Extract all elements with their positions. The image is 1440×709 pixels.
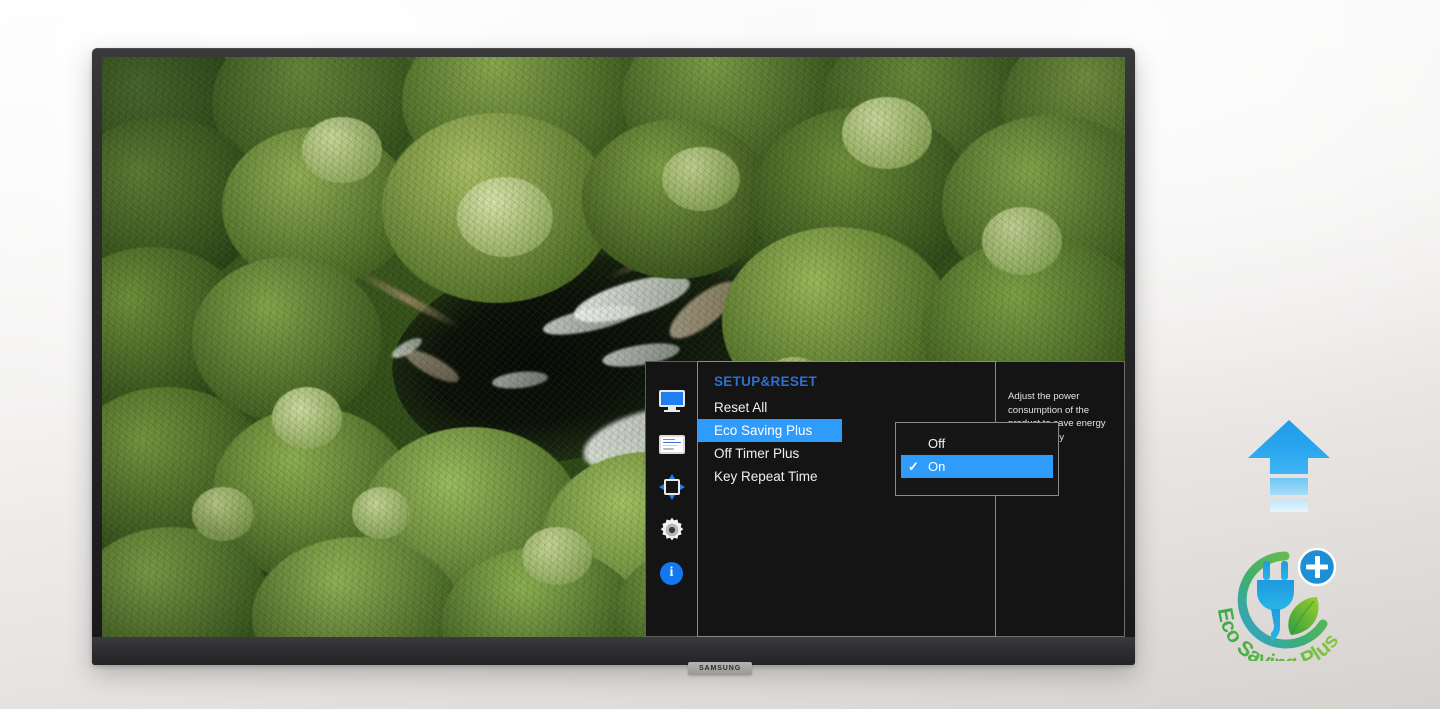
upward-arrow-icon xyxy=(1244,418,1334,528)
osd-help-panel: Adjust the power consumption of the prod… xyxy=(996,361,1125,637)
plus-badge-icon xyxy=(1297,547,1337,587)
gear-icon[interactable] xyxy=(658,517,686,543)
monitor-screen: i SETUP&RESET Reset All Eco Saving Plus … xyxy=(102,57,1125,637)
menu-item-key-repeat-time[interactable]: Key Repeat Time xyxy=(698,465,842,488)
color-bars-icon[interactable] xyxy=(658,431,686,457)
move-arrows-icon[interactable] xyxy=(658,474,686,500)
samsung-logo-text: SAMSUNG xyxy=(698,665,742,672)
eco-saving-plus-submenu: Off ✓ On xyxy=(895,422,1059,496)
osd-title: SETUP&RESET xyxy=(714,374,818,389)
eco-saving-plus-logo: Eco Saving Plus xyxy=(1199,539,1371,675)
osd-main-column: SETUP&RESET Reset All Eco Saving Plus Of… xyxy=(697,361,1059,637)
submenu-option-on[interactable]: ✓ On xyxy=(901,455,1053,478)
checkmark-icon: ✓ xyxy=(908,459,919,474)
menu-item-reset-all[interactable]: Reset All xyxy=(698,396,842,419)
menu-item-off-timer-plus[interactable]: Off Timer Plus xyxy=(698,442,842,465)
picture-monitor-icon[interactable] xyxy=(658,388,686,414)
info-icon[interactable]: i xyxy=(658,560,686,586)
samsung-monitor: i SETUP&RESET Reset All Eco Saving Plus … xyxy=(92,48,1135,665)
osd-menu-panel: i SETUP&RESET Reset All Eco Saving Plus … xyxy=(645,361,1125,637)
monitor-chin xyxy=(92,637,1135,665)
menu-item-eco-saving-plus[interactable]: Eco Saving Plus xyxy=(698,419,842,442)
submenu-option-on-label: On xyxy=(928,459,946,474)
submenu-option-off-label: Off xyxy=(928,436,946,451)
osd-category-rail: i xyxy=(645,361,697,637)
power-plug-icon xyxy=(1257,561,1294,641)
samsung-stand-badge: SAMSUNG xyxy=(688,662,752,675)
submenu-option-off[interactable]: Off xyxy=(901,432,1053,455)
